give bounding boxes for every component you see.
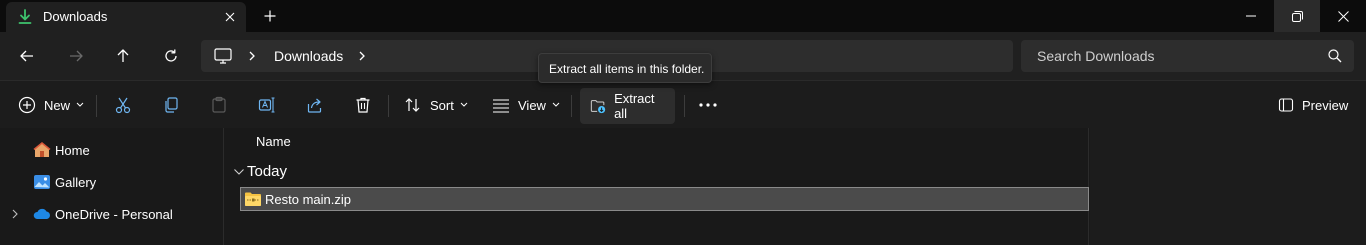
sort-label: Sort <box>430 97 454 113</box>
tooltip-text: Extract all items in this folder. <box>549 62 705 76</box>
view-button[interactable]: View <box>486 89 566 121</box>
chevron-down-icon <box>552 102 560 107</box>
restore-icon <box>1291 10 1303 22</box>
chevron-down-icon[interactable] <box>233 166 245 178</box>
refresh-icon <box>165 49 177 62</box>
divider <box>388 95 389 117</box>
sort-button[interactable]: Sort <box>398 89 474 121</box>
zip-folder-icon <box>245 192 261 206</box>
search-input[interactable]: Search Downloads <box>1021 40 1354 72</box>
sidebar-item-label: OneDrive - Personal <box>55 207 173 222</box>
command-bar: New Sort View Extract all Preview <box>0 80 1366 128</box>
close-icon <box>1337 10 1349 22</box>
close-tab-button[interactable] <box>219 6 241 28</box>
trash-icon <box>356 97 370 113</box>
new-button[interactable]: New <box>12 89 90 121</box>
plus-circle-icon <box>18 96 36 114</box>
arrow-up-icon <box>117 49 129 62</box>
sort-icon <box>405 98 420 112</box>
new-label: New <box>44 97 71 113</box>
refresh-button[interactable] <box>157 42 185 70</box>
this-pc-icon <box>214 48 232 64</box>
gallery-icon <box>34 175 50 189</box>
preview-button[interactable]: Preview <box>1272 89 1354 121</box>
file-list: Name Today Resto main.zip <box>225 128 1089 245</box>
title-bar: Downloads <box>0 0 1366 32</box>
arrow-right-icon <box>70 50 83 62</box>
list-view-icon <box>493 99 509 113</box>
minimize-icon <box>1246 15 1256 17</box>
rename-button[interactable] <box>254 89 280 121</box>
arrow-left-icon <box>20 50 33 62</box>
preview-label: Preview <box>1302 97 1349 113</box>
home-icon <box>33 141 51 157</box>
list-item[interactable]: Resto main.zip <box>240 187 1089 211</box>
tab-title: Downloads <box>43 9 108 24</box>
tooltip: Extract all items in this folder. <box>538 53 712 83</box>
breadcrumb-downloads[interactable]: Downloads <box>274 48 343 64</box>
close-window-button[interactable] <box>1320 0 1366 32</box>
extract-all-label: Extract all <box>614 91 655 121</box>
restore-button[interactable] <box>1274 0 1320 32</box>
group-label: Today <box>247 163 288 180</box>
sidebar-item-onedrive[interactable]: OneDrive - Personal <box>0 199 224 229</box>
chevron-down-icon <box>460 102 468 107</box>
copy-button[interactable] <box>158 89 184 121</box>
plus-icon <box>264 10 276 22</box>
sidebar-item-home[interactable]: Home <box>0 135 224 165</box>
rename-icon <box>258 97 275 113</box>
sidebar-item-label: Home <box>55 143 90 158</box>
extract-all-button[interactable]: Extract all <box>580 88 675 124</box>
chevron-right-icon[interactable] <box>355 48 369 64</box>
search-placeholder: Search Downloads <box>1037 48 1155 64</box>
chevron-right-icon[interactable] <box>9 208 21 220</box>
share-button[interactable] <box>302 89 328 121</box>
clipboard-icon <box>212 96 226 113</box>
file-name: Resto main.zip <box>265 192 351 207</box>
paste-button[interactable] <box>206 89 232 121</box>
extract-folder-icon <box>590 100 606 114</box>
close-icon <box>225 12 235 22</box>
delete-button[interactable] <box>350 89 376 121</box>
divider <box>571 95 572 117</box>
up-button[interactable] <box>109 42 137 70</box>
preview-pane-icon <box>1278 98 1294 112</box>
column-header-name[interactable]: Name <box>256 134 291 149</box>
more-dots-icon <box>699 103 717 107</box>
more-options-button[interactable] <box>694 89 722 121</box>
view-label: View <box>518 97 546 113</box>
chevron-right-icon[interactable] <box>245 48 259 64</box>
divider <box>96 95 97 117</box>
minimize-button[interactable] <box>1228 0 1274 32</box>
group-header-today[interactable]: Today <box>225 161 1089 183</box>
download-arrow-icon <box>18 9 32 24</box>
forward-button[interactable] <box>62 42 90 70</box>
tab-downloads[interactable]: Downloads <box>6 2 246 32</box>
share-icon <box>307 98 322 113</box>
search-icon[interactable] <box>1327 48 1343 64</box>
divider <box>684 95 685 117</box>
copy-icon <box>165 97 178 113</box>
new-tab-button[interactable] <box>258 5 282 27</box>
sidebar-item-label: Gallery <box>55 175 97 190</box>
preview-pane <box>1090 128 1366 245</box>
cut-button[interactable] <box>110 89 136 121</box>
sidebar-item-gallery[interactable]: Gallery <box>0 167 224 197</box>
chevron-down-icon <box>76 102 84 107</box>
navigation-pane: Home Gallery OneDrive - Personal <box>0 128 224 245</box>
onedrive-cloud-icon <box>33 208 50 219</box>
back-button[interactable] <box>13 42 41 70</box>
scissors-icon <box>115 97 131 114</box>
